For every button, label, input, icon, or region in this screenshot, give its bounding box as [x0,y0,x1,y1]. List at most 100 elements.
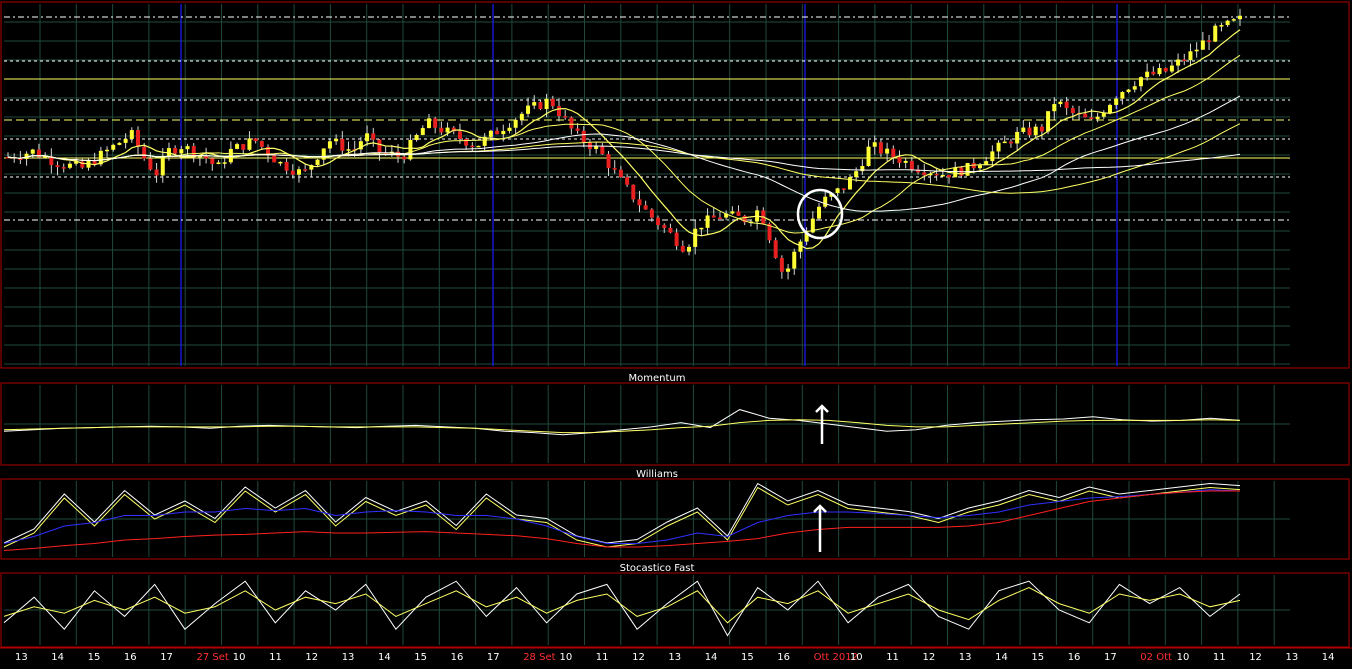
bear-candle [563,116,568,118]
bear-candle [581,130,586,143]
bear-candle [569,117,574,129]
x-tick-label: 16 [124,652,137,663]
bear-candle [649,209,654,218]
bear-candle [947,175,952,178]
bull-candle [990,151,995,162]
bull-candle [792,251,797,269]
bear-candle [457,131,462,139]
x-tick-label: 16 [451,652,464,663]
bull-candle [1225,20,1230,26]
bear-candle [148,158,153,170]
bear-candle [656,217,661,226]
williams-panel-title: Williams [636,469,678,480]
bear-candle [662,225,667,228]
bull-candle [1132,86,1137,90]
bear-candle [284,161,289,171]
bear-candle [495,130,500,135]
bear-candle [173,148,178,154]
x-tick-label: 17 [487,652,500,663]
x-tick-label: 14 [378,652,391,663]
bear-candle [1163,68,1168,72]
bear-candle [433,118,438,128]
x-tick-label: 17 [1104,652,1117,663]
bull-candle [30,149,35,154]
bull-candle [426,118,431,129]
bear-candle [680,245,685,252]
bull-candle [1120,92,1125,99]
bull-candle [1176,59,1181,66]
bull-candle [903,160,908,163]
x-tick-label: 02 Ott [1140,652,1172,663]
bear-candle [556,106,561,117]
bull-candle [699,227,704,230]
bear-candle [136,130,141,147]
bear-candle [1182,59,1187,62]
bull-candle [445,127,450,133]
momentum-panel-title: Momentum [629,373,686,384]
bull-candle [1002,141,1007,144]
bear-candle [1039,126,1044,132]
bear-candle [1070,108,1075,114]
bull-candle [111,144,116,150]
x-tick-label: 12 [305,652,318,663]
x-tick-label: 15 [88,652,101,663]
bull-candle [216,162,221,165]
bull-candle [965,163,970,176]
bull-candle [519,113,524,120]
bull-candle [507,127,512,131]
bear-candle [897,157,902,163]
bear-candle [668,227,673,233]
bull-candle [1033,126,1038,136]
bear-candle [878,142,883,154]
x-tick-label: 15 [741,652,754,663]
bear-candle [61,167,66,169]
bear-candle [1089,117,1094,120]
bear-candle [241,144,246,150]
bear-candle [779,257,784,272]
bull-candle [977,165,982,169]
bull-candle [1107,104,1112,114]
bull-candle [1138,77,1143,87]
bull-candle [1194,49,1199,52]
x-tick-label: 17 [160,652,173,663]
bear-candle [643,205,648,210]
x-tick-label: 14 [1322,652,1335,663]
bear-candle [550,98,555,107]
bull-candle [105,149,110,152]
bull-candle [1058,101,1063,105]
bull-candle [693,228,698,247]
bear-candle [272,155,277,163]
bull-candle [488,130,493,137]
bear-candle [841,188,846,190]
x-tick-label: 12 [1249,652,1262,663]
x-tick-label: 28 Set [523,652,555,663]
bull-candle [179,149,184,154]
x-tick-label: 11 [269,652,282,663]
x-tick-label: 15 [1031,652,1044,663]
bear-candle [674,232,679,246]
bull-candle [1145,71,1150,78]
bull-candle [544,98,549,110]
bear-candle [377,139,382,153]
bear-candle [402,156,407,160]
x-tick-label: 14 [995,652,1008,663]
bull-candle [166,148,171,156]
bull-candle [67,163,72,168]
bear-candle [253,138,258,142]
bull-candle [129,130,134,140]
bull-candle [866,146,871,167]
trading-chart: Momentum Williams Stocastico Fast 13 14 15… [0,0,1352,669]
bull-candle [885,148,890,154]
bull-candle [872,142,877,147]
bull-candle [1052,104,1057,112]
bear-candle [290,170,295,175]
bull-candle [315,159,320,166]
bull-candle [327,141,332,149]
bear-candle [612,168,617,170]
bull-candle [247,138,252,150]
x-tick-label: 13 [15,652,28,663]
bull-candle [346,149,351,151]
bull-candle [278,161,283,164]
x-tick-label: 10 [1177,652,1190,663]
bear-candle [142,146,147,159]
